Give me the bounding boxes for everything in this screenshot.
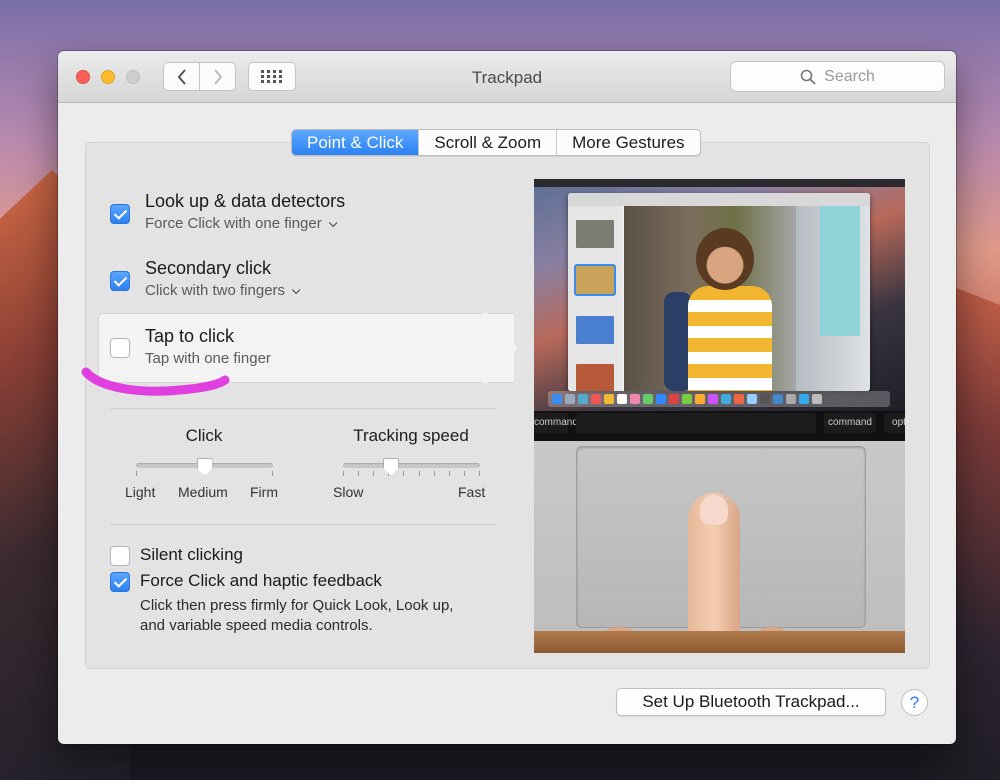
tab-bar: Point & Click Scroll & Zoom More Gesture… xyxy=(291,129,701,156)
secondary-click-title[interactable]: Secondary click xyxy=(145,258,271,279)
click-min-label: Light xyxy=(125,484,156,500)
preview-table xyxy=(534,631,905,653)
tap-to-click-checkbox[interactable] xyxy=(110,338,130,358)
title-bar: Trackpad Search xyxy=(58,51,956,103)
tap-to-click-title[interactable]: Tap to click xyxy=(145,326,234,347)
tab-point-click[interactable]: Point & Click xyxy=(292,130,420,155)
preferences-window: Trackpad Search Point & Click Scroll & Z… xyxy=(58,51,956,744)
help-button[interactable]: ? xyxy=(901,689,928,716)
setup-bluetooth-trackpad-button[interactable]: Set Up Bluetooth Trackpad... xyxy=(616,688,886,716)
preview-photos-window xyxy=(568,193,870,391)
preview-photo xyxy=(624,206,870,391)
divider xyxy=(110,408,496,409)
key-command-right: command xyxy=(824,413,876,433)
secondary-click-checkbox[interactable] xyxy=(110,271,130,291)
lookup-checkbox[interactable] xyxy=(110,204,130,224)
divider xyxy=(110,524,496,525)
click-max-label: Firm xyxy=(250,484,278,500)
force-click-desc-line2: and variable speed media controls. xyxy=(140,617,373,634)
lookup-subtitle: Force Click with one finger xyxy=(145,215,322,232)
silent-clicking-label[interactable]: Silent clicking xyxy=(140,545,243,565)
secondary-click-subtitle: Click with two fingers xyxy=(145,282,286,299)
lookup-menu[interactable]: Force Click with one finger xyxy=(145,215,338,232)
selected-option-highlight xyxy=(98,313,514,383)
search-field[interactable]: Search xyxy=(730,61,945,92)
preview-menubar xyxy=(534,179,905,187)
tracking-min-label: Slow xyxy=(333,484,364,500)
preview-palm-rest xyxy=(534,441,905,653)
tap-to-click-subtitle: Tap with one finger xyxy=(145,350,271,367)
key-command-left: command xyxy=(534,413,578,433)
click-slider-label: Click xyxy=(185,426,223,445)
search-placeholder: Search xyxy=(824,67,875,85)
preview-dock xyxy=(548,391,890,407)
lookup-title[interactable]: Look up & data detectors xyxy=(145,191,345,212)
tab-more-gestures[interactable]: More Gestures xyxy=(557,130,699,155)
secondary-click-menu[interactable]: Click with two fingers xyxy=(145,282,301,299)
force-click-label[interactable]: Force Click and haptic feedback xyxy=(140,571,382,591)
gesture-preview-video: command command opt xyxy=(534,179,905,653)
click-mid-label: Medium xyxy=(178,484,228,500)
force-click-checkbox[interactable] xyxy=(110,572,130,592)
search-icon xyxy=(800,69,816,85)
key-space xyxy=(576,413,816,433)
tracking-slider-ticks xyxy=(343,471,480,476)
preview-desktop xyxy=(534,179,905,411)
silent-clicking-checkbox[interactable] xyxy=(110,546,130,566)
force-click-desc-line1: Click then press firmly for Quick Look, … xyxy=(140,597,454,614)
tracking-max-label: Fast xyxy=(458,484,486,500)
tab-scroll-zoom[interactable]: Scroll & Zoom xyxy=(419,130,558,155)
key-option: opt xyxy=(884,413,905,433)
preview-keyboard: command command opt xyxy=(534,411,905,441)
tracking-slider-label: Tracking speed xyxy=(353,426,469,445)
tracking-slider-track[interactable] xyxy=(343,463,480,468)
